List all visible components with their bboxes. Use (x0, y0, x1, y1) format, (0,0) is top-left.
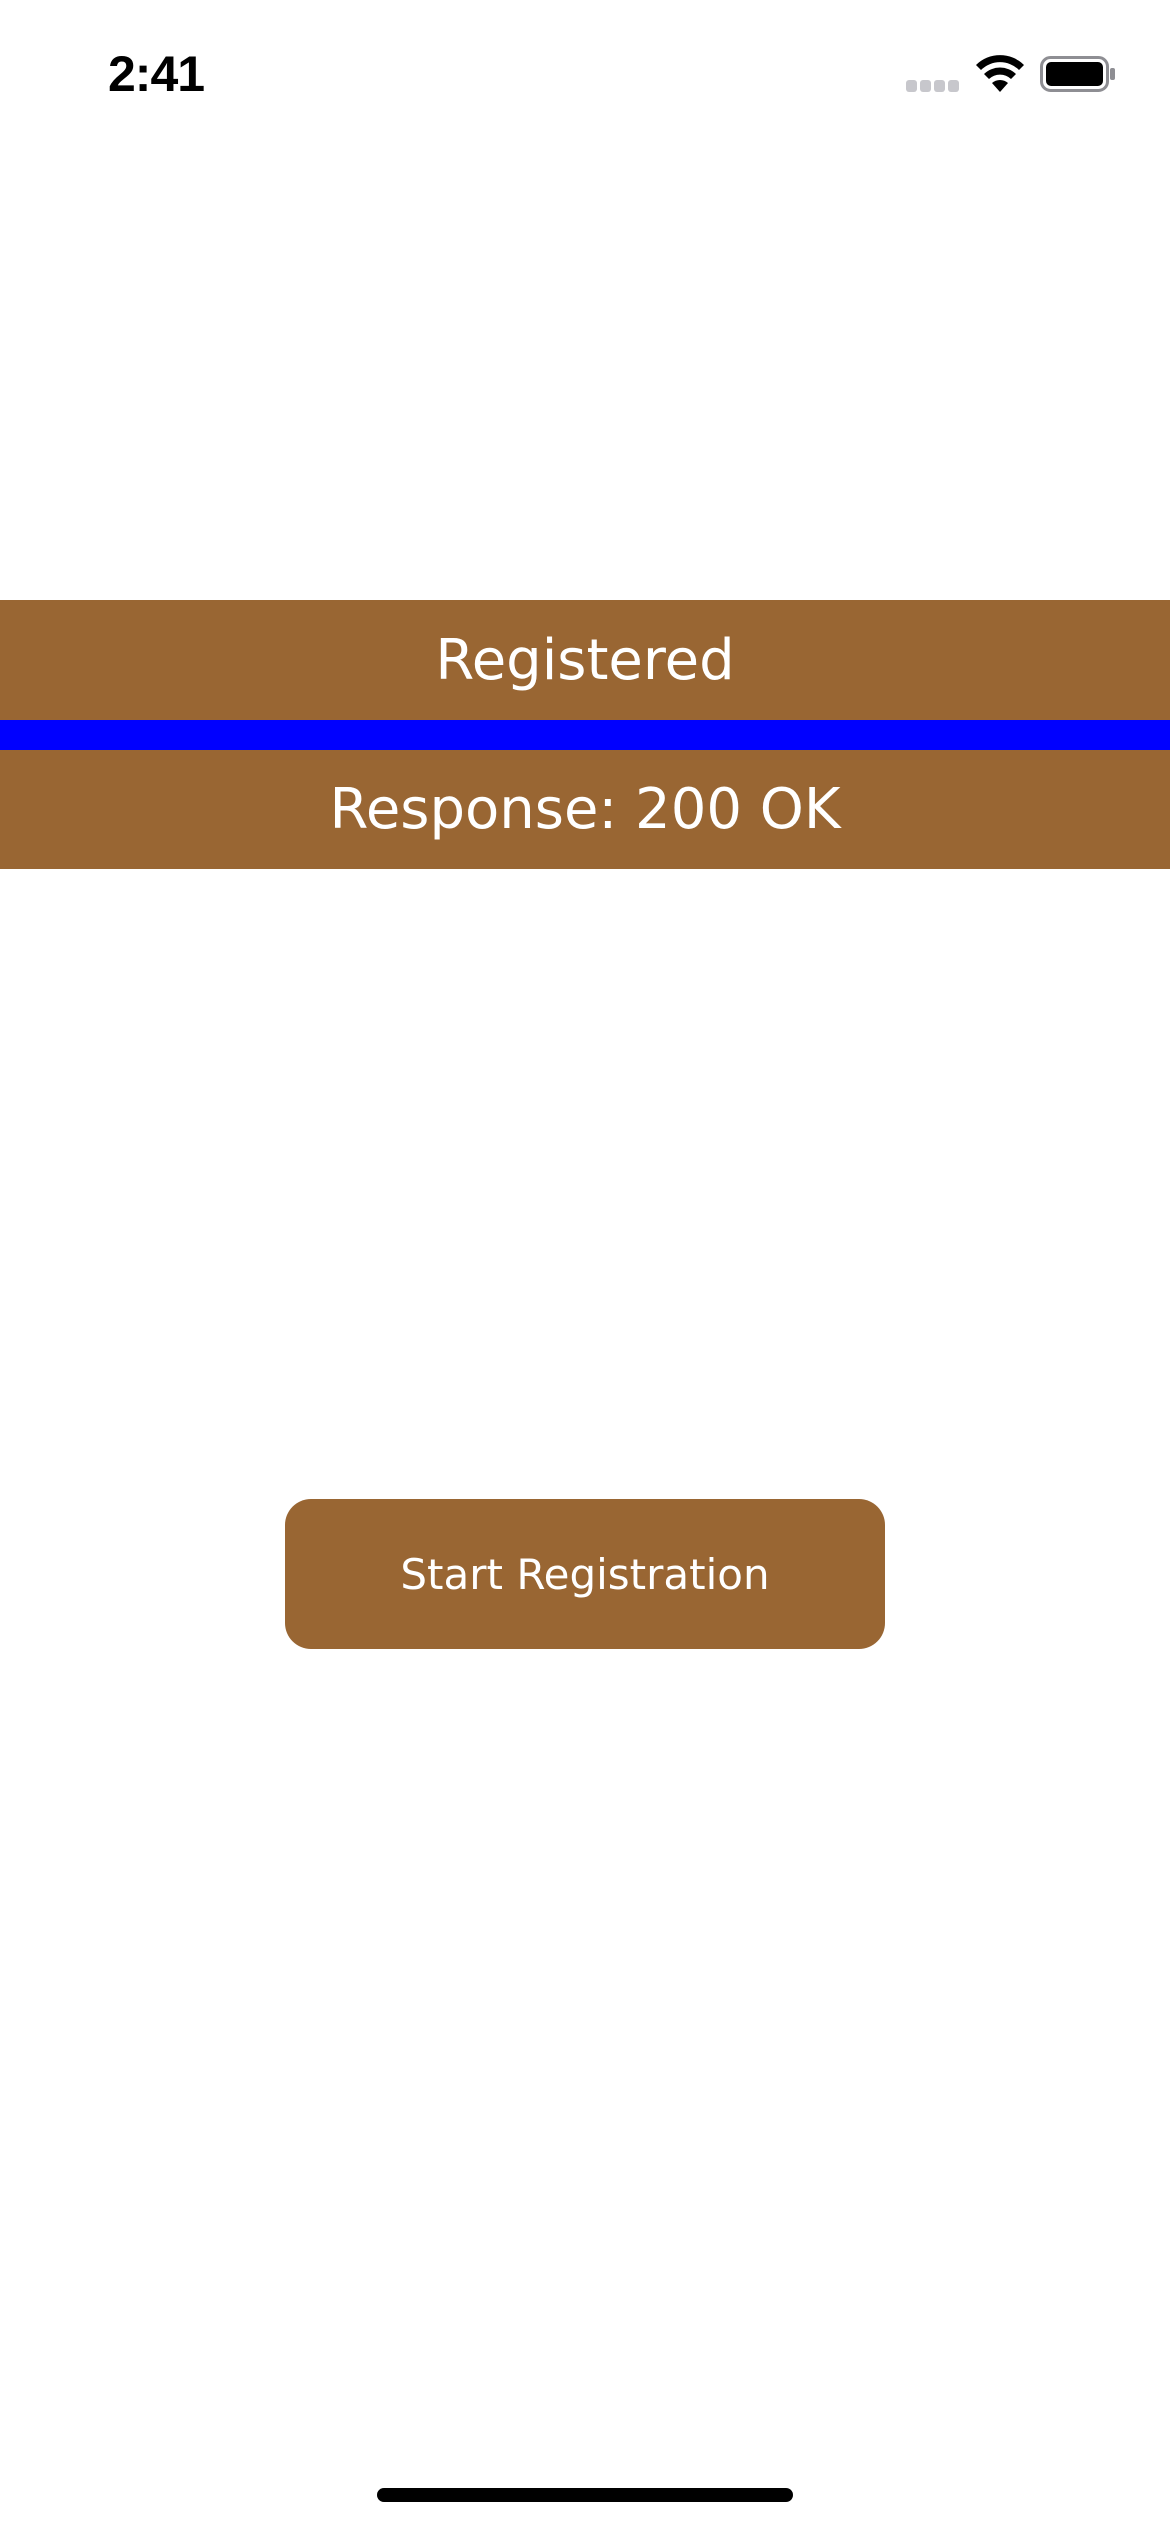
app-screen: 2:41 Registered Response: 200 OK Start R… (0, 0, 1170, 2532)
battery-icon (1040, 56, 1115, 92)
wifi-icon (976, 55, 1024, 92)
response-status-banner: Response: 200 OK (0, 750, 1170, 869)
registration-status-label: Registered (435, 627, 735, 693)
status-divider (0, 720, 1170, 750)
start-registration-label: Start Registration (400, 1549, 770, 1599)
status-time: 2:41 (108, 46, 205, 102)
start-registration-button[interactable]: Start Registration (285, 1499, 885, 1649)
registration-status-banner: Registered (0, 600, 1170, 720)
home-indicator[interactable] (377, 2488, 793, 2502)
status-icons (900, 52, 1120, 96)
cellular-signal-icon (906, 80, 959, 92)
status-bar: 2:41 (0, 0, 1170, 140)
response-status-label: Response: 200 OK (329, 777, 841, 842)
